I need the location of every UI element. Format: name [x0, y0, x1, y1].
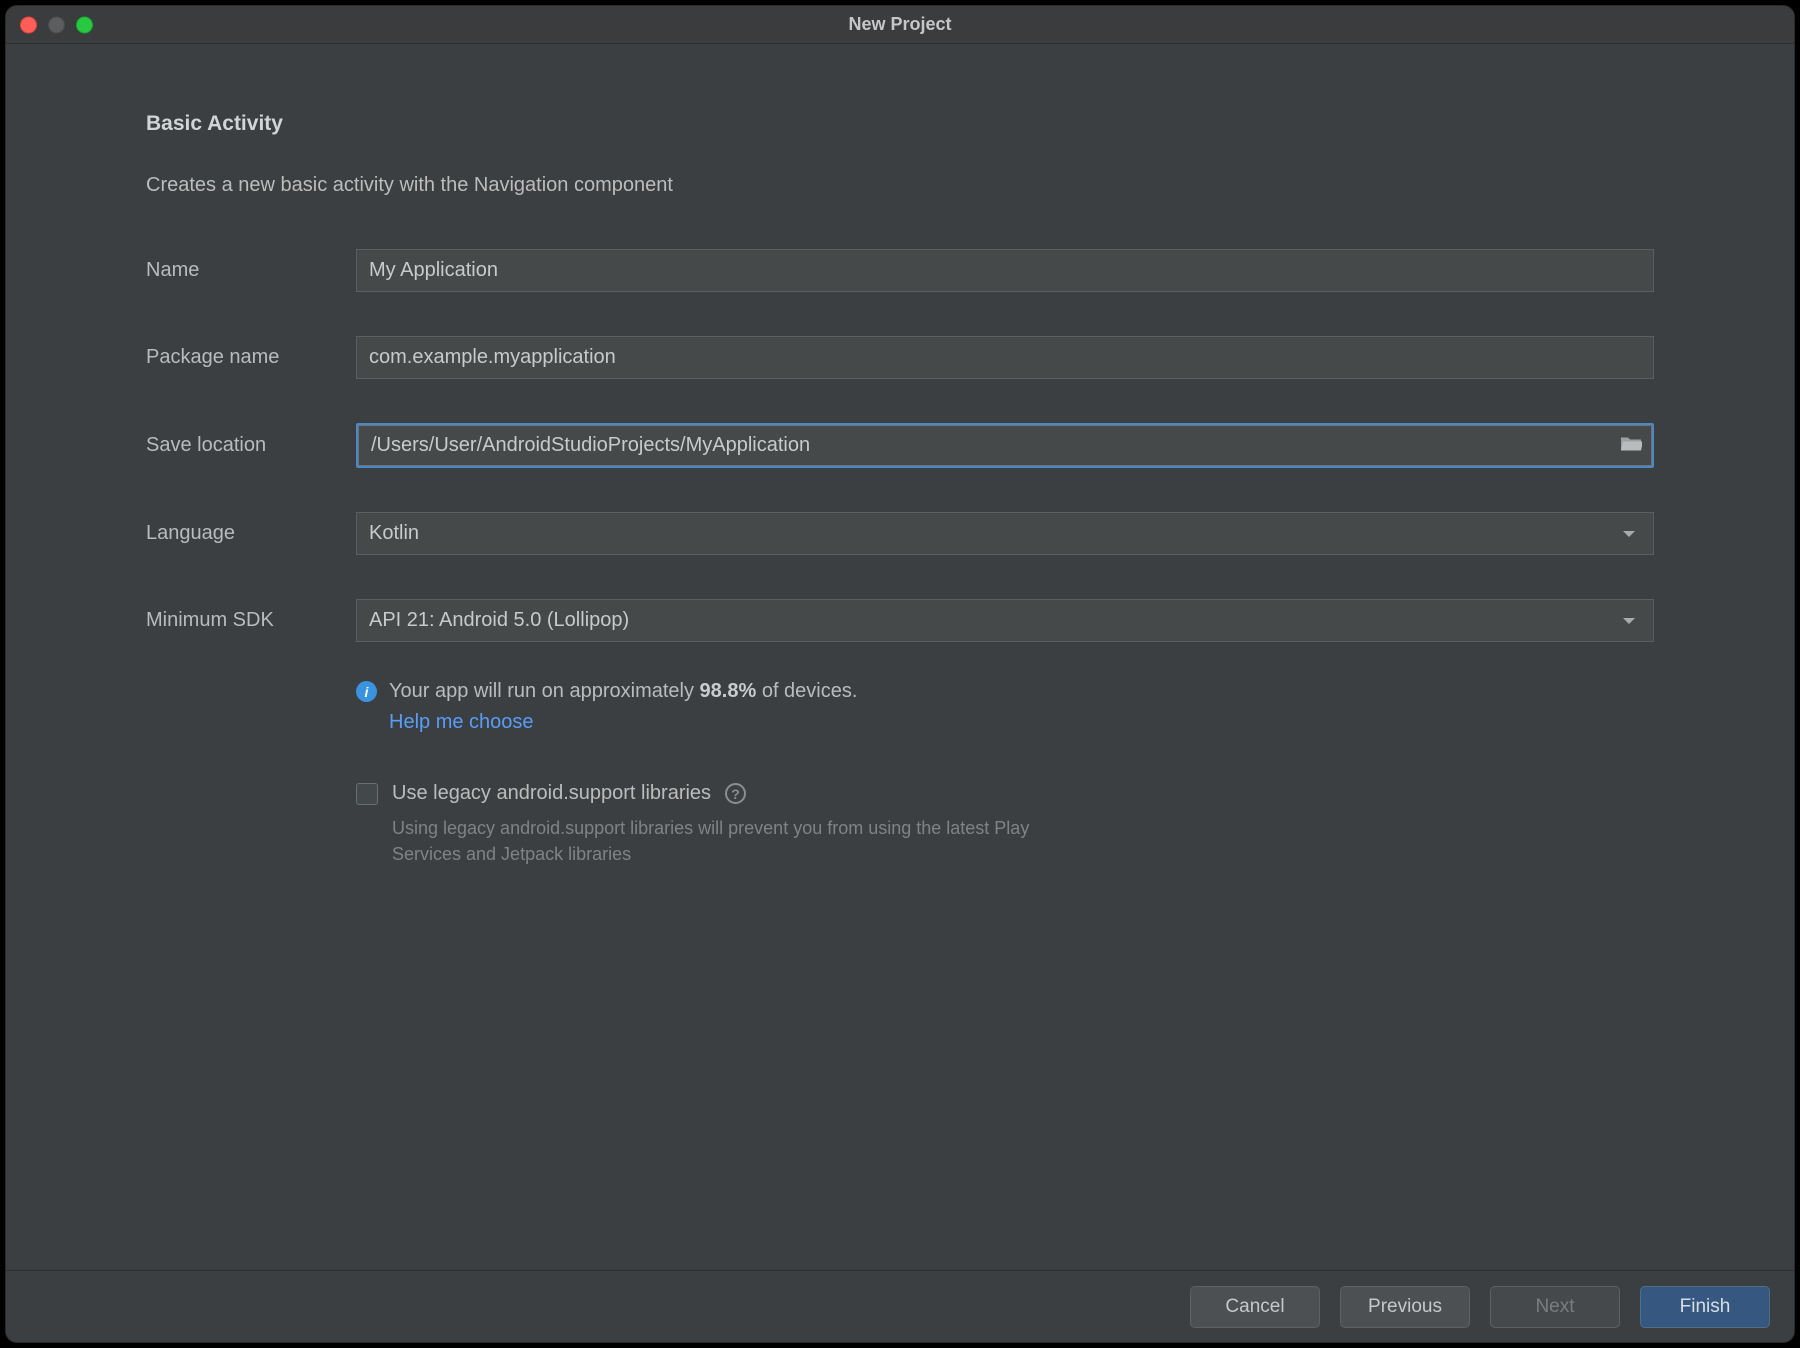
minsdk-label: Minimum SDK — [146, 609, 356, 632]
chevron-down-icon — [1623, 618, 1635, 624]
new-project-dialog: New Project Basic Activity Creates a new… — [5, 5, 1795, 1343]
previous-button[interactable]: Previous — [1340, 1286, 1470, 1328]
dialog-footer: Cancel Previous Next Finish — [6, 1270, 1794, 1342]
next-button: Next — [1490, 1286, 1620, 1328]
window-minimize-button[interactable] — [48, 16, 65, 33]
name-input[interactable] — [356, 249, 1654, 292]
help-icon[interactable]: ? — [725, 783, 746, 804]
sdk-coverage-text: Your app will run on approximately 98.8%… — [389, 680, 857, 703]
language-select[interactable]: Kotlin — [356, 512, 1654, 555]
minsdk-value: API 21: Android 5.0 (Lollipop) — [369, 609, 629, 632]
finish-button[interactable]: Finish — [1640, 1286, 1770, 1328]
legacy-support-checkbox[interactable] — [356, 783, 378, 805]
titlebar: New Project — [6, 6, 1794, 44]
sdk-info-block: i Your app will run on approximately 98.… — [356, 680, 1654, 734]
minimum-sdk-select[interactable]: API 21: Android 5.0 (Lollipop) — [356, 599, 1654, 642]
window-title: New Project — [848, 14, 951, 35]
dialog-content: Basic Activity Creates a new basic activ… — [6, 44, 1794, 1270]
row-package: Package name — [146, 336, 1654, 379]
legacy-checkbox-row: Use legacy android.support libraries ? — [356, 782, 1654, 805]
package-name-input[interactable] — [356, 336, 1654, 379]
info-icon: i — [356, 681, 377, 702]
package-label: Package name — [146, 346, 356, 369]
location-input-wrap — [356, 423, 1654, 468]
page-description: Creates a new basic activity with the Na… — [146, 174, 1654, 197]
row-language: Language Kotlin — [146, 512, 1654, 555]
window-close-button[interactable] — [20, 16, 37, 33]
row-minsdk: Minimum SDK API 21: Android 5.0 (Lollipo… — [146, 599, 1654, 642]
legacy-block: Use legacy android.support libraries ? U… — [356, 782, 1654, 867]
legacy-note: Using legacy android.support libraries w… — [392, 815, 1052, 867]
window-controls — [20, 16, 93, 33]
location-label: Save location — [146, 434, 356, 457]
row-location: Save location — [146, 423, 1654, 468]
language-value: Kotlin — [369, 522, 419, 545]
cancel-button[interactable]: Cancel — [1190, 1286, 1320, 1328]
sdk-coverage-info: i Your app will run on approximately 98.… — [356, 680, 1654, 703]
legacy-checkbox-label: Use legacy android.support libraries — [392, 782, 711, 805]
save-location-input[interactable] — [358, 425, 1652, 466]
page-heading: Basic Activity — [146, 112, 1654, 136]
browse-folder-icon[interactable] — [1620, 435, 1642, 456]
row-name: Name — [146, 249, 1654, 292]
name-label: Name — [146, 259, 356, 282]
window-maximize-button[interactable] — [76, 16, 93, 33]
chevron-down-icon — [1623, 531, 1635, 537]
help-me-choose-link[interactable]: Help me choose — [389, 711, 534, 734]
language-label: Language — [146, 522, 356, 545]
